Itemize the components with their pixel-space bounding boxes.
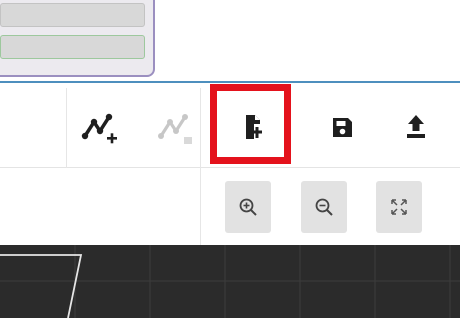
fit-to-screen-button[interactable]	[376, 181, 422, 233]
path-minus-icon	[158, 114, 192, 144]
panel-row-selected[interactable]	[0, 35, 145, 59]
add-path-button[interactable]	[72, 96, 122, 158]
fit-screen-icon	[391, 199, 407, 215]
export-button[interactable]	[391, 96, 441, 158]
toolbar-divider	[66, 88, 67, 168]
path-plus-icon	[81, 113, 117, 144]
upload-icon	[407, 115, 425, 138]
floppy-disk-icon	[333, 118, 352, 137]
highlight-box	[210, 84, 291, 164]
layer-panel	[0, 0, 155, 77]
zoom-in-icon	[239, 198, 257, 216]
canvas-grid	[0, 245, 460, 318]
zoom-in-button[interactable]	[225, 181, 271, 233]
canvas[interactable]	[0, 245, 460, 318]
canvas-shape	[0, 254, 83, 318]
zoom-out-icon	[315, 198, 333, 216]
zoom-out-button[interactable]	[301, 181, 347, 233]
save-button[interactable]	[317, 96, 367, 158]
toolbar-divider	[200, 88, 201, 245]
remove-path-button[interactable]	[148, 96, 198, 158]
panel-row[interactable]	[0, 3, 145, 27]
